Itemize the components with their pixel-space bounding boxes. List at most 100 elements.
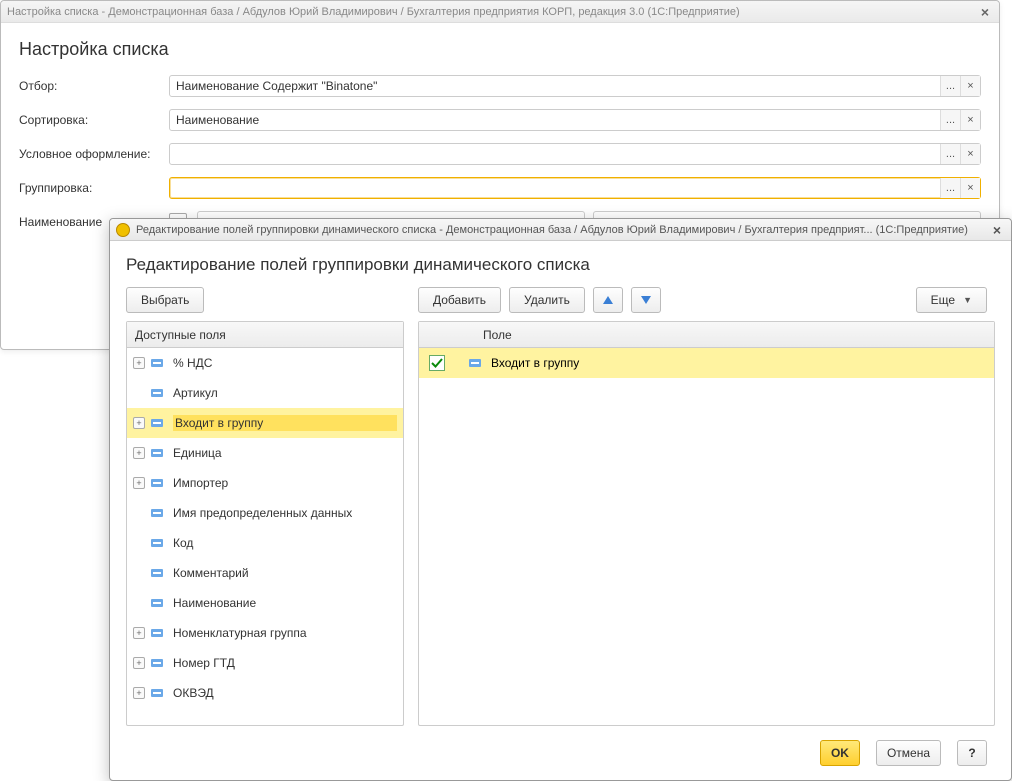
field-cond[interactable]: ... × [169, 143, 981, 165]
expand-spacer [133, 597, 145, 609]
field-filter[interactable]: Наименование Содержит "Binatone" ... × [169, 75, 981, 97]
available-fields-pane: Доступные поля + % НДС Артикул + Входит в гр… [126, 321, 404, 726]
check-icon [431, 357, 443, 369]
field-icon [151, 569, 163, 577]
tree-row-label: % НДС [173, 356, 397, 370]
selected-field-row[interactable]: Входит в группу [419, 348, 994, 378]
field-icon [151, 359, 163, 367]
field-icon [151, 689, 163, 697]
tree-row-label: Номенклатурная группа [173, 626, 397, 640]
expand-icon[interactable]: + [133, 447, 145, 459]
tree-row-label: Код [173, 536, 397, 550]
more-button-label: Еще [931, 293, 955, 307]
ok-button[interactable]: OK [820, 740, 860, 766]
field-icon [151, 629, 163, 637]
front-close-icon[interactable]: × [989, 222, 1005, 238]
label-filter: Отбор: [19, 79, 169, 93]
help-button[interactable]: ? [957, 740, 987, 766]
tree-row-label: Номер ГТД [173, 656, 397, 670]
tree-row[interactable]: Комментарий [127, 558, 403, 588]
expand-icon[interactable]: + [133, 687, 145, 699]
expand-spacer [133, 567, 145, 579]
selected-field-checkbox[interactable] [429, 355, 445, 371]
back-title-text: Настройка списка - Демонстрационная база… [7, 6, 977, 18]
arrow-up-icon [603, 296, 613, 304]
selected-fields-pane: Поле Входит в группу [418, 321, 995, 726]
add-button[interactable]: Добавить [418, 287, 501, 313]
field-sort-clear-button[interactable]: × [960, 110, 980, 130]
tree-row-label: Артикул [173, 386, 397, 400]
delete-button[interactable]: Удалить [509, 287, 585, 313]
expand-icon[interactable]: + [133, 627, 145, 639]
field-filter-value: Наименование Содержит "Binatone" [170, 79, 940, 93]
tree-row[interactable]: + % НДС [127, 348, 403, 378]
tree-row[interactable]: + Номенклатурная группа [127, 618, 403, 648]
front-heading: Редактирование полей группировки динамич… [126, 255, 995, 275]
field-icon [151, 449, 163, 457]
selected-field-label: Входит в группу [491, 356, 579, 370]
field-icon [151, 599, 163, 607]
expand-icon[interactable]: + [133, 477, 145, 489]
tree-row[interactable]: + ОКВЭД [127, 678, 403, 708]
expand-spacer [133, 387, 145, 399]
front-toolbar: Выбрать Добавить Удалить Еще ▼ [126, 287, 995, 313]
tree-row[interactable]: + Входит в группу [127, 408, 403, 438]
field-filter-clear-button[interactable]: × [960, 76, 980, 96]
tree-row-label: Наименование [173, 596, 397, 610]
available-fields-tree[interactable]: +% НДСАртикул+Входит в группу+Единица+Им… [127, 348, 403, 725]
more-button[interactable]: Еще ▼ [916, 287, 987, 313]
tree-row[interactable]: Имя предопределенных данных [127, 498, 403, 528]
arrow-down-icon [641, 296, 651, 304]
field-icon [151, 539, 163, 547]
tree-row-label: Входит в группу [173, 415, 397, 431]
field-icon [151, 479, 163, 487]
app-1c-icon [116, 223, 130, 237]
tree-row[interactable]: Код [127, 528, 403, 558]
field-group-clear-button[interactable]: × [960, 178, 980, 198]
field-filter-ellipsis-button[interactable]: ... [940, 76, 960, 96]
field-sort[interactable]: Наименование ... × [169, 109, 981, 131]
tree-row[interactable]: Артикул [127, 378, 403, 408]
back-titlebar: Настройка списка - Демонстрационная база… [1, 1, 999, 23]
expand-icon[interactable]: + [133, 357, 145, 369]
back-close-icon[interactable]: × [977, 4, 993, 20]
field-icon [469, 359, 481, 367]
field-cond-ellipsis-button[interactable]: ... [940, 144, 960, 164]
choose-button[interactable]: Выбрать [126, 287, 204, 313]
move-down-button[interactable] [631, 287, 661, 313]
expand-icon[interactable]: + [133, 417, 145, 429]
field-icon [151, 509, 163, 517]
field-icon [151, 389, 163, 397]
label-group: Группировка: [19, 181, 169, 195]
front-titlebar: Редактирование полей группировки динамич… [110, 219, 1011, 241]
expand-spacer [133, 507, 145, 519]
tree-row-label: ОКВЭД [173, 686, 397, 700]
tree-row[interactable]: +Единица [127, 438, 403, 468]
field-icon [151, 419, 163, 427]
move-up-button[interactable] [593, 287, 623, 313]
selected-fields-header-label: Поле [463, 328, 986, 342]
field-group[interactable]: ... × [169, 177, 981, 199]
selected-fields-header: Поле [419, 322, 994, 348]
field-cond-clear-button[interactable]: × [960, 144, 980, 164]
tree-row[interactable]: + Импортер [127, 468, 403, 498]
available-fields-header: Доступные поля [127, 322, 403, 348]
tree-row[interactable]: Наименование [127, 588, 403, 618]
label-sort: Сортировка: [19, 113, 169, 127]
tree-row-label: Импортер [173, 476, 397, 490]
expand-spacer [133, 537, 145, 549]
field-icon [151, 659, 163, 667]
field-sort-value: Наименование [170, 113, 940, 127]
dialog-footer: OK Отмена ? [126, 736, 995, 770]
chevron-down-icon: ▼ [963, 295, 972, 305]
label-cond: Условное оформление: [19, 147, 169, 161]
cancel-button[interactable]: Отмена [876, 740, 941, 766]
field-sort-ellipsis-button[interactable]: ... [940, 110, 960, 130]
back-heading: Настройка списка [19, 39, 981, 60]
tree-row[interactable]: + Номер ГТД [127, 648, 403, 678]
expand-icon[interactable]: + [133, 657, 145, 669]
selected-fields-list[interactable]: Входит в группу [419, 348, 994, 725]
tree-row-label: Имя предопределенных данных [173, 506, 397, 520]
tree-row-label: Комментарий [173, 566, 397, 580]
field-group-ellipsis-button[interactable]: ... [940, 178, 960, 198]
